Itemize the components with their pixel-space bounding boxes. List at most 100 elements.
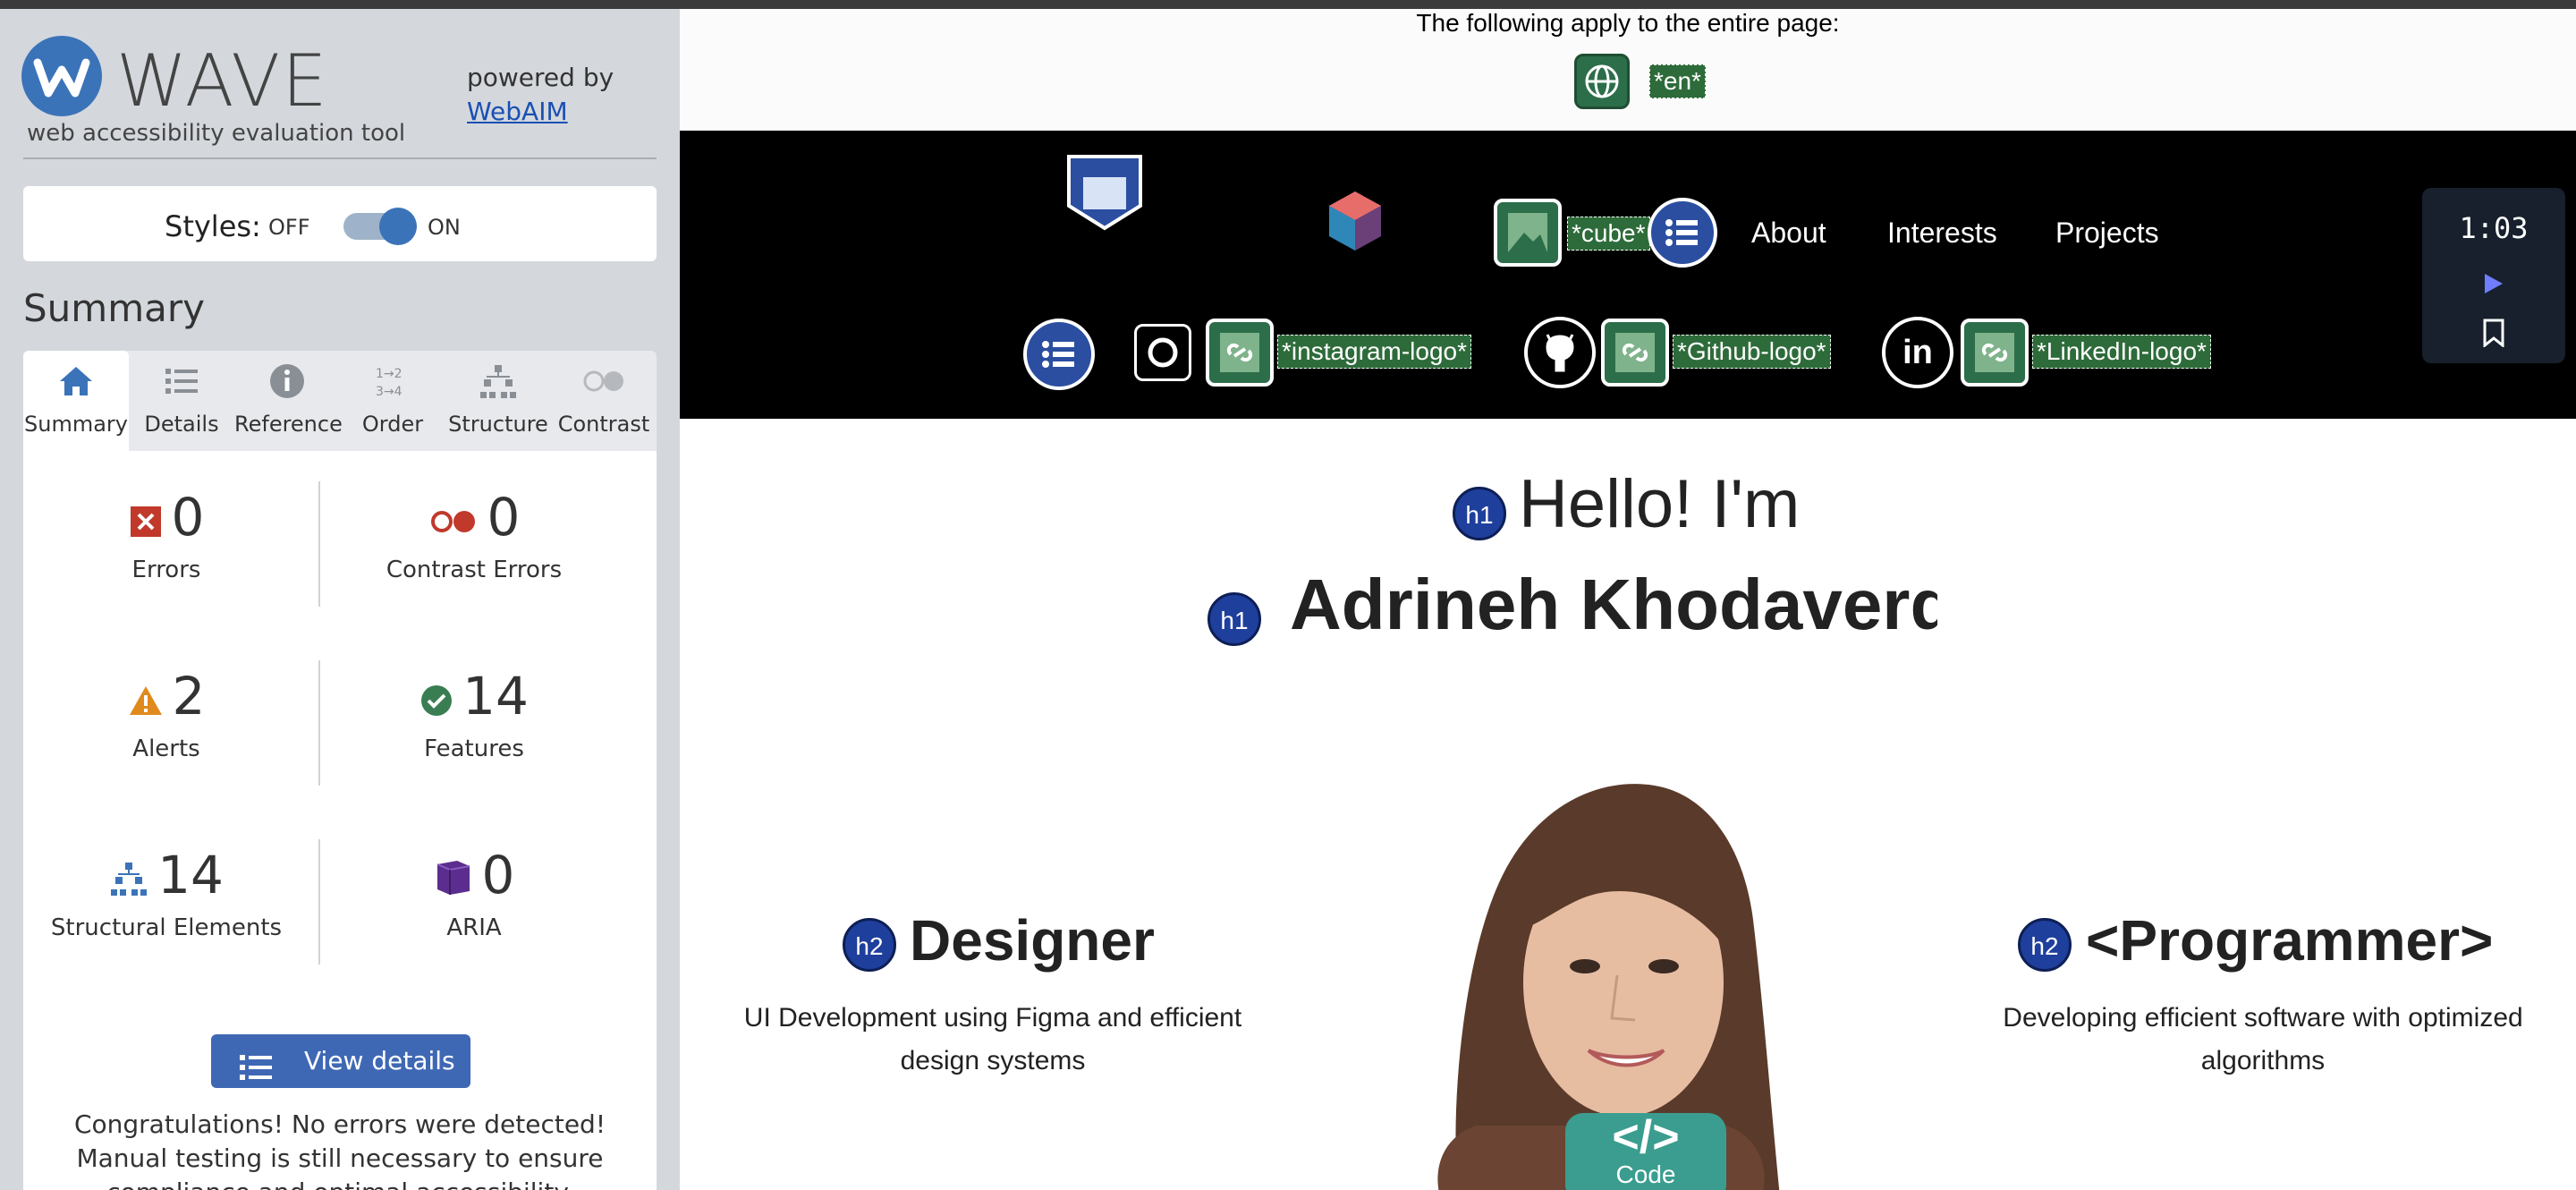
structural-count: 14 (157, 845, 224, 905)
h1-badge-icon: h1 (1208, 592, 1261, 646)
tab-details[interactable]: Details (129, 351, 234, 451)
tab-reference[interactable]: Reference (234, 351, 343, 451)
linkedin-icon[interactable]: in (1882, 317, 1953, 388)
list-icon (240, 1047, 272, 1101)
page-wide-features-bar: The following apply to the entire page: … (680, 9, 2576, 132)
toggle-knob[interactable] (379, 208, 417, 245)
structural-label: Structural Elements (50, 914, 283, 941)
styles-off-label: OFF (268, 215, 310, 240)
language-globe-icon[interactable] (1574, 54, 1630, 109)
hello-heading: Hello! I'm (1519, 466, 1801, 542)
list-icon (129, 361, 234, 412)
github-icon[interactable] (1524, 317, 1596, 388)
code-label: Code (1615, 1160, 1676, 1188)
alerts-label: Alerts (132, 735, 200, 762)
language-label: *en* (1649, 64, 1706, 98)
divider (318, 481, 320, 607)
h2-badge-icon: h2 (843, 918, 896, 972)
wave-logo-icon (21, 36, 102, 116)
tab-order[interactable]: 1→2 3→4 Order (340, 351, 445, 451)
h1-badge-icon: h1 (1453, 487, 1506, 540)
nav-about[interactable]: About (1751, 217, 1826, 250)
tab-label: Summary (24, 412, 128, 437)
features-stat[interactable]: 14 Features (331, 666, 617, 762)
link-image-icon[interactable] (1601, 319, 1669, 387)
bookmark-icon[interactable] (2481, 319, 2506, 351)
tab-label: Reference (234, 412, 343, 437)
alerts-count: 2 (172, 666, 206, 727)
divider (318, 839, 320, 965)
tab-label: Details (144, 412, 219, 437)
contrast-errors-label: Contrast Errors (386, 556, 563, 583)
wave-tabs: Summary Details Reference 1→2 3→4 Order S… (23, 351, 657, 451)
webaim-link[interactable]: WebAIM (467, 95, 614, 129)
errors-stat[interactable]: 0 Errors (23, 487, 309, 583)
errors-count: 0 (171, 487, 205, 548)
features-count: 14 (462, 666, 529, 727)
tab-contrast[interactable]: Contrast (551, 351, 657, 451)
code-symbol: </> (1612, 1111, 1680, 1163)
page-wide-note: The following apply to the entire page: (1416, 9, 1840, 37)
congrats-message: Congratulations! No errors were detected… (73, 1109, 606, 1190)
svg-text:3→4: 3→4 (376, 385, 402, 399)
h2-badge-icon: h2 (2018, 918, 2072, 972)
header-landmark-icon[interactable] (1066, 154, 1143, 231)
contrast-errors-count: 0 (487, 487, 521, 548)
hierarchy-icon (445, 361, 551, 412)
styles-toggle-panel: Styles: OFF ON (23, 186, 657, 261)
link-image-icon[interactable] (1961, 319, 2029, 387)
programmer-description: Developing efficient software with optim… (2003, 1003, 2523, 1075)
instagram-icon[interactable] (1134, 324, 1191, 381)
order-icon: 1→2 3→4 (340, 361, 445, 412)
cube-logo[interactable] (1324, 188, 1386, 254)
social-list-icon[interactable] (1023, 319, 1095, 390)
tab-label: Structure (448, 412, 548, 437)
error-icon (129, 490, 163, 551)
wave-sidebar: WAVE web accessibility evaluation tool p… (0, 9, 680, 1190)
alerts-stat[interactable]: 2 Alerts (23, 666, 309, 762)
summary-heading: Summary (23, 286, 205, 330)
link-image-icon[interactable] (1206, 319, 1274, 387)
tab-summary[interactable]: Summary (23, 351, 129, 451)
code-badge[interactable]: </> Code (1565, 1113, 1726, 1190)
media-timer-widget[interactable]: 1:03 (2422, 188, 2565, 363)
view-details-button[interactable]: View details › (211, 1034, 470, 1129)
tab-structure[interactable]: Structure (445, 351, 551, 451)
tab-label: Contrast (557, 412, 650, 437)
aria-cube-icon (434, 848, 473, 909)
summary-panel: 0 Errors 0 Contrast Errors 2 Alerts 14 F… (23, 451, 657, 1190)
play-icon[interactable] (2479, 270, 2506, 301)
svg-text:1→2: 1→2 (376, 367, 402, 381)
designer-description: UI Development using Figma and efficient… (743, 1003, 1242, 1075)
styles-on-label: ON (428, 215, 461, 240)
programmer-heading: <Programmer> (2086, 908, 2494, 973)
contrast-error-icon (428, 490, 479, 551)
cube-alt-label: *cube* (1567, 217, 1650, 251)
github-alt-label: *Github-logo* (1673, 335, 1831, 369)
styles-label: Styles: (165, 209, 261, 243)
info-icon (234, 361, 340, 412)
errors-label: Errors (131, 556, 201, 583)
wave-logo-text: WAVE (116, 39, 329, 123)
structural-stat[interactable]: 14 Structural Elements (23, 845, 309, 941)
site-header: *cube* About Interests Projects *instagr… (680, 131, 2576, 419)
powered-by-text: powered by (467, 63, 614, 92)
nav-interests[interactable]: Interests (1887, 217, 1997, 250)
aria-label: ARIA (446, 914, 502, 941)
image-icon[interactable] (1494, 199, 1562, 267)
alert-icon (128, 669, 164, 730)
powered-by: powered by WebAIM (467, 61, 614, 129)
nav-projects[interactable]: Projects (2055, 217, 2159, 250)
styles-toggle[interactable] (343, 208, 417, 245)
designer-heading: Designer (910, 908, 1155, 973)
contrast-errors-stat[interactable]: 0 Contrast Errors (331, 487, 617, 583)
svg-text:in: in (1902, 334, 1933, 371)
wave-tagline: web accessibility evaluation tool (27, 120, 406, 147)
contrast-icon (551, 361, 657, 412)
nav-list-icon[interactable] (1648, 198, 1717, 268)
tab-label: Order (361, 412, 424, 437)
linkedin-alt-label: *LinkedIn-logo* (2032, 335, 2211, 369)
hero-section: h1 Hello! I'm h1 Adrineh Khodaverdi h2 D… (680, 419, 2576, 1190)
aria-count: 0 (481, 845, 515, 905)
aria-stat[interactable]: 0 ARIA (331, 845, 617, 941)
